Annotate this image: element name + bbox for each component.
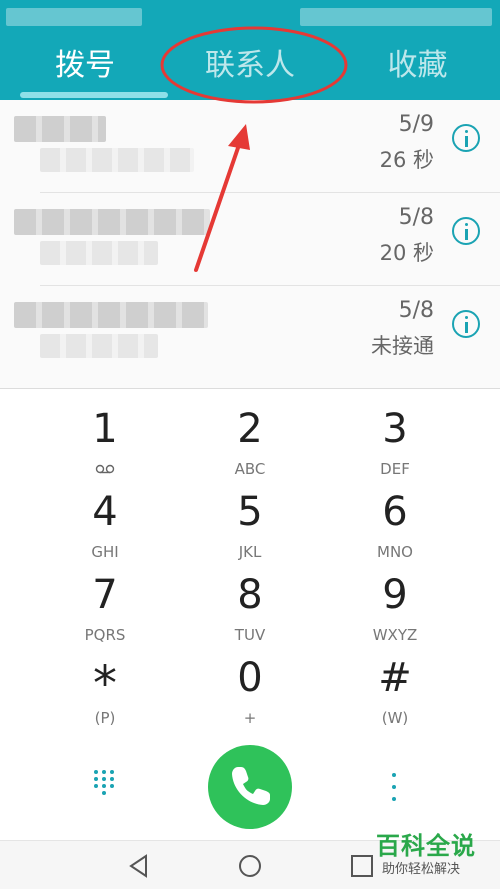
call-duration: 26 秒 — [379, 148, 434, 172]
watermark-title: 百科全说 — [376, 832, 476, 860]
phone-icon — [232, 767, 270, 805]
key-9[interactable]: 9 WXYZ — [335, 555, 455, 644]
key-hash[interactable]: # (W) — [335, 638, 455, 727]
tab-contacts[interactable]: 联系人 — [175, 36, 325, 96]
key-3[interactable]: 3 DEF — [335, 389, 455, 478]
key-digit: 7 — [92, 572, 118, 618]
active-tab-indicator — [20, 92, 168, 98]
key-digit: 8 — [237, 572, 263, 618]
watermark: 百科全说 助你轻松解决 — [372, 826, 492, 886]
tab-bar: 拨号 联系人 收藏 — [0, 36, 500, 96]
tab-dial[interactable]: 拨号 — [20, 36, 150, 96]
more-vertical-icon[interactable] — [390, 773, 398, 801]
key-digit: 4 — [92, 489, 118, 535]
back-triangle-icon[interactable] — [124, 851, 154, 881]
key-digit: 5 — [237, 489, 263, 535]
home-circle-icon[interactable] — [235, 851, 265, 881]
key-6[interactable]: 6 MNO — [335, 472, 455, 561]
key-letters: + — [243, 709, 257, 727]
call-log-row[interactable]: 5/8 未接通 — [0, 286, 500, 379]
contact-name-redacted — [14, 209, 210, 235]
key-digit: 3 — [382, 406, 408, 452]
key-star[interactable]: * (P) — [45, 638, 165, 727]
phone-number-redacted — [40, 148, 194, 172]
call-button[interactable] — [208, 745, 292, 829]
call-log-row[interactable]: 5/9 26 秒 — [0, 100, 500, 193]
call-log-row[interactable]: 5/8 20 秒 — [0, 193, 500, 286]
app-header: 拨号 联系人 收藏 — [0, 0, 500, 100]
call-duration: 20 秒 — [379, 241, 434, 265]
phone-number-redacted — [40, 334, 158, 358]
key-5[interactable]: 5 JKL — [190, 472, 310, 561]
key-1[interactable]: 1 — [45, 389, 165, 474]
info-icon[interactable] — [452, 217, 480, 245]
key-0[interactable]: 0 + — [190, 638, 310, 727]
dialpad-icon[interactable] — [94, 770, 118, 800]
call-date: 5/9 — [398, 112, 434, 137]
key-digit: # — [378, 655, 412, 701]
dial-keypad: 1 2 ABC 3 DEF 4 GHI 5 JKL 6 MNO 7 PQRS 8… — [0, 389, 500, 749]
key-8[interactable]: 8 TUV — [190, 555, 310, 644]
contact-name-redacted — [14, 116, 106, 142]
contact-name-redacted — [14, 302, 208, 328]
call-date: 5/8 — [398, 298, 434, 323]
call-log-list: 5/9 26 秒 5/8 20 秒 5/8 未接通 — [0, 100, 500, 388]
key-7[interactable]: 7 PQRS — [45, 555, 165, 644]
key-4[interactable]: 4 GHI — [45, 472, 165, 561]
info-icon[interactable] — [452, 310, 480, 338]
watermark-subtitle: 助你轻松解决 — [382, 862, 461, 877]
phone-number-redacted — [40, 241, 158, 265]
key-letters: (W) — [381, 709, 409, 727]
key-digit: 1 — [92, 406, 118, 452]
key-digit: 2 — [237, 406, 263, 452]
status-bar — [0, 0, 500, 30]
key-digit: 6 — [382, 489, 408, 535]
call-status: 未接通 — [371, 334, 434, 358]
key-digit: 9 — [382, 572, 408, 618]
key-digit: 0 — [237, 655, 263, 701]
call-date: 5/8 — [398, 205, 434, 230]
key-digit: * — [93, 656, 117, 712]
key-2[interactable]: 2 ABC — [190, 389, 310, 478]
info-icon[interactable] — [452, 124, 480, 152]
tab-favorites[interactable]: 收藏 — [355, 36, 480, 96]
key-letters: (P) — [94, 709, 116, 727]
